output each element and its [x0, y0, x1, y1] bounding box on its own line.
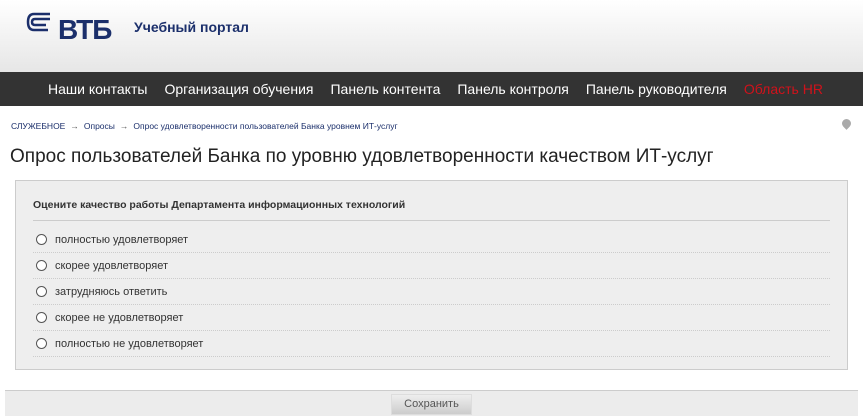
nav-control-panel[interactable]: Панель контроля: [457, 81, 568, 97]
breadcrumb-service[interactable]: СЛУЖЕБНОЕ: [11, 121, 65, 131]
vtb-logo-icon: [26, 12, 50, 32]
nav-hr[interactable]: Область HR: [744, 81, 823, 97]
option-1[interactable]: полностью удовлетворяет: [33, 227, 830, 253]
radio-button[interactable]: [36, 286, 47, 297]
option-5[interactable]: полностью не удовлетворяет: [33, 331, 830, 357]
logo-text: ВТБ: [58, 14, 112, 45]
radio-button[interactable]: [36, 260, 47, 271]
nav-content-panel[interactable]: Панель контента: [330, 81, 440, 97]
breadcrumb-arrow: →: [119, 121, 129, 131]
question-text: Оцените качество работы Департамента инф…: [33, 199, 406, 211]
survey-panel: Оцените качество работы Департамента инф…: [15, 180, 848, 370]
page-title: Опрос пользователей Банка по уровню удов…: [10, 146, 714, 167]
portal-title: Учебный портал: [134, 19, 249, 35]
answer-options: полностью удовлетворяет скорее удовлетво…: [33, 227, 830, 357]
nav-training-org[interactable]: Организация обучения: [164, 81, 313, 97]
form-footer: Сохранить: [5, 390, 858, 416]
save-button[interactable]: Сохранить: [391, 394, 472, 415]
location-pin-icon[interactable]: [840, 117, 853, 130]
option-3[interactable]: затрудняюсь ответить: [33, 279, 830, 305]
option-label: полностью не удовлетворяет: [55, 337, 204, 350]
option-label: скорее не удовлетворяет: [55, 311, 184, 324]
option-label: затрудняюсь ответить: [55, 285, 168, 298]
nav-manager-panel[interactable]: Панель руководителя: [586, 81, 727, 97]
option-4[interactable]: скорее не удовлетворяет: [33, 305, 830, 331]
header: ВТБ Учебный портал: [0, 0, 863, 72]
breadcrumb-surveys[interactable]: Опросы: [84, 121, 115, 131]
nav-contacts[interactable]: Наши контакты: [48, 81, 147, 97]
main-nav: Наши контакты Организация обучения Панел…: [0, 72, 863, 106]
option-2[interactable]: скорее удовлетворяет: [33, 253, 830, 279]
radio-button[interactable]: [36, 338, 47, 349]
radio-button[interactable]: [36, 234, 47, 245]
vtb-logo[interactable]: ВТБ: [26, 12, 112, 45]
option-label: полностью удовлетворяет: [55, 233, 189, 246]
divider: [33, 220, 830, 221]
breadcrumb-current[interactable]: Опрос удовлетворенности пользователей Ба…: [133, 121, 397, 131]
radio-button[interactable]: [36, 312, 47, 323]
option-label: скорее удовлетворяет: [55, 259, 169, 272]
breadcrumb-arrow: →: [70, 121, 79, 131]
breadcrumb: СЛУЖЕБНОЕ → Опросы → Опрос удовлетворенности…: [11, 121, 398, 131]
